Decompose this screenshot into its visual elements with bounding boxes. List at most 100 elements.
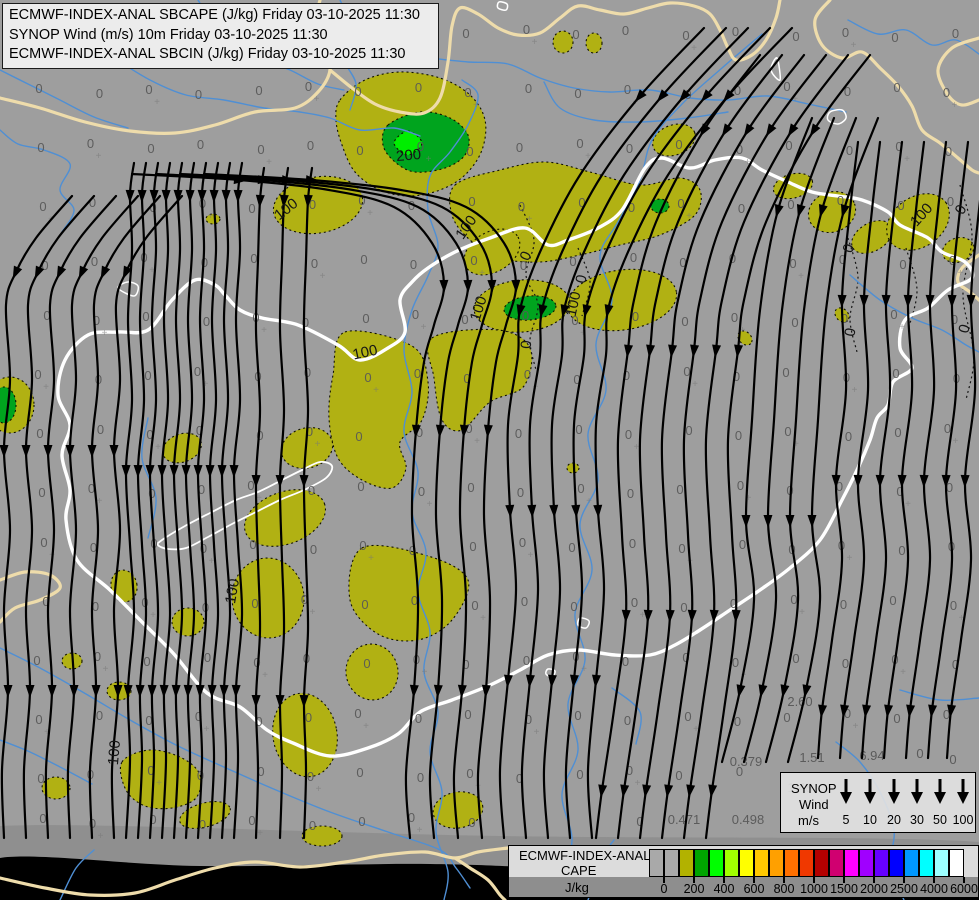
- station-value: 0: [842, 25, 849, 40]
- colorbar-tick-label: 6000: [950, 882, 978, 896]
- station-value: 0: [576, 136, 583, 151]
- station-marker: +: [635, 778, 641, 789]
- station-value: 0: [735, 428, 742, 443]
- station-value-special: 0.498: [732, 812, 765, 827]
- station-value: 0: [467, 480, 474, 495]
- station-marker: +: [314, 94, 320, 105]
- station-marker: +: [208, 211, 214, 222]
- station-marker: +: [534, 727, 540, 738]
- station-value-special: 2.60: [787, 694, 812, 709]
- colorbar-cell: [739, 849, 754, 877]
- station-marker: +: [686, 211, 692, 222]
- station-value: 0: [462, 26, 469, 41]
- wind-speed-arrow-icon: [864, 779, 876, 804]
- station-value: 0: [842, 656, 849, 671]
- station-value: 0: [676, 482, 683, 497]
- station-value: 0: [251, 596, 258, 611]
- wind-speed-arrow-icon: [840, 779, 852, 804]
- station-value: 0: [791, 315, 798, 330]
- colorbar-cell: [844, 849, 859, 877]
- station-value: 0: [675, 768, 682, 783]
- station-value: 0: [305, 79, 312, 94]
- station-value: 0: [418, 484, 425, 499]
- station-marker: +: [474, 436, 480, 447]
- colorbar-cell: [754, 849, 769, 877]
- station-value: 0: [684, 709, 691, 724]
- station-marker: +: [799, 607, 805, 618]
- station-value: 0: [952, 26, 959, 41]
- station-value: 0: [625, 427, 632, 442]
- station-marker: +: [952, 100, 958, 111]
- colorbar-tick-label: 4000: [920, 882, 948, 896]
- station-value: 0: [840, 597, 847, 612]
- colorbar-tick-label: 1000: [800, 882, 828, 896]
- station-value: 0: [40, 535, 47, 550]
- station-value: 0: [889, 593, 896, 608]
- station-marker: +: [422, 667, 428, 678]
- station-value: 0: [570, 599, 577, 614]
- station-value: 0: [783, 710, 790, 725]
- station-value: 0: [523, 22, 530, 37]
- station-value: 0: [38, 485, 45, 500]
- station-marker: +: [798, 271, 804, 282]
- wind-legend-units: m/s: [798, 813, 819, 828]
- colorbar-tick-label: 600: [743, 882, 765, 896]
- station-marker: +: [262, 670, 268, 681]
- station-value: 0: [468, 815, 475, 830]
- station-value: 0: [310, 542, 317, 557]
- station-marker: +: [851, 40, 857, 51]
- station-value: 0: [738, 201, 745, 216]
- station-value: 0: [145, 82, 152, 97]
- station-value: 0: [739, 537, 746, 552]
- station-marker: +: [154, 97, 160, 108]
- station-marker: +: [98, 831, 104, 842]
- station-value: 0: [36, 426, 43, 441]
- colorbar-tick-label: 1500: [830, 882, 858, 896]
- station-value: 0: [37, 140, 44, 155]
- station-value: 0: [624, 82, 631, 97]
- station-value: 0: [311, 256, 318, 271]
- station-marker: +: [847, 553, 853, 564]
- station-value: 0: [516, 140, 523, 155]
- station-value-special: 0: [916, 746, 923, 761]
- station-marker: +: [316, 784, 322, 795]
- station-value: 0: [361, 597, 368, 612]
- colorbar-cell: [724, 849, 739, 877]
- station-marker: +: [904, 154, 910, 165]
- station-value: 0: [787, 197, 794, 212]
- wind-speed-label: 100: [952, 813, 974, 827]
- station-marker: +: [310, 607, 316, 618]
- station-value: 0: [308, 483, 315, 498]
- station-value: 0: [891, 30, 898, 45]
- station-value: 0: [248, 201, 255, 216]
- colorbar-tick-label: 400: [713, 882, 735, 896]
- cape-area-olive: [585, 32, 603, 54]
- station-value: 0: [354, 706, 361, 721]
- wind-legend-subtitle: Wind: [799, 797, 829, 812]
- station-value: 0: [250, 251, 257, 266]
- station-marker: +: [480, 613, 486, 624]
- station-value: 0: [626, 141, 633, 156]
- station-value: 0: [466, 144, 473, 159]
- station-value: 0: [39, 199, 46, 214]
- station-marker: +: [209, 556, 215, 567]
- station-marker: +: [899, 322, 905, 333]
- station-value: 0: [731, 310, 738, 325]
- station-marker: +: [528, 550, 534, 561]
- title-line-sbcape: ECMWF-INDEX-ANAL SBCAPE (J/kg) Friday 03…: [9, 7, 420, 23]
- station-marker: +: [692, 379, 698, 390]
- station-value: 0: [363, 656, 370, 671]
- station-value: 0: [147, 141, 154, 156]
- station-marker: +: [426, 154, 432, 165]
- station-value: 0: [575, 422, 582, 437]
- station-value: 0: [518, 199, 525, 214]
- station-marker: +: [691, 43, 697, 54]
- station-marker: +: [266, 157, 272, 168]
- colorbar-cell: [889, 849, 904, 877]
- station-value: 0: [249, 537, 256, 552]
- station-value: 0: [897, 198, 904, 213]
- title-box: ECMWF-INDEX-ANAL SBCAPE (J/kg) Friday 03…: [2, 3, 439, 69]
- station-value: 0: [681, 314, 688, 329]
- station-value: 0: [846, 143, 853, 158]
- station-value: 0: [357, 479, 364, 494]
